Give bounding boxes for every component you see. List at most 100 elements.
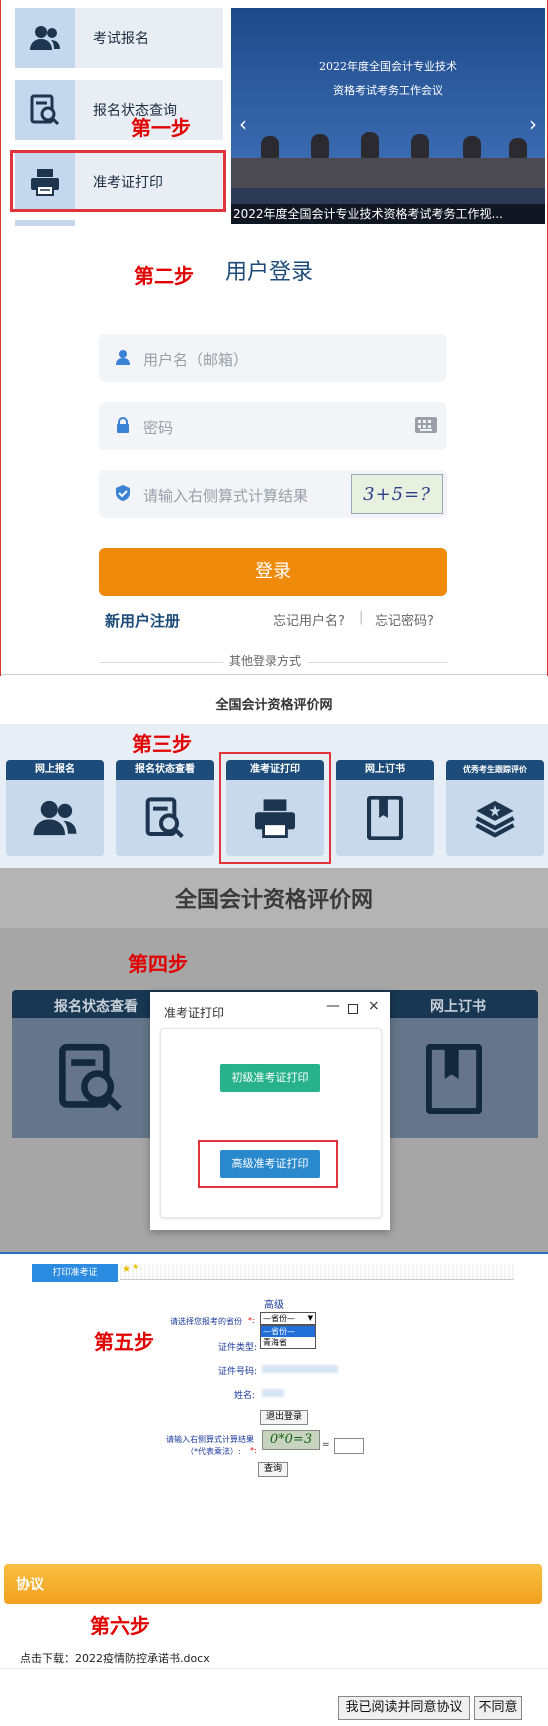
- name-label: 姓名:: [234, 1391, 256, 1401]
- print-admission-tab[interactable]: 打印准考证: [32, 1264, 118, 1282]
- query-button[interactable]: 查询: [258, 1462, 288, 1477]
- step-label: 第一步: [131, 116, 191, 140]
- username-field[interactable]: 用户名（邮箱）: [99, 334, 447, 382]
- cert-no-label: 证件号码:: [218, 1367, 258, 1377]
- news-banner[interactable]: 2022年度全国会计专业技术 资格考试考务工作会议 ‹ › 2022年度全国会计…: [231, 8, 545, 224]
- card-header: 网上报名: [6, 760, 104, 780]
- step4-screenshot: 全国会计资格评价网 第四步 报名状态查看 网上订书 准考证打印 — × 初级准考…: [0, 868, 548, 1252]
- agree-button[interactable]: 我已阅读并同意协议: [338, 1696, 470, 1720]
- agreement-title: 协议: [16, 1577, 44, 1593]
- password-field[interactable]: 密码: [99, 402, 447, 450]
- cert-type-label: 证件类型:: [218, 1343, 258, 1353]
- equals-sign: =: [322, 1440, 330, 1450]
- captcha-image[interactable]: 0*0=3: [262, 1430, 320, 1450]
- required-mark: *:: [250, 1446, 257, 1455]
- card-book-order[interactable]: 网上订书: [336, 760, 434, 856]
- chevron-down-icon: ▼: [307, 1314, 313, 1322]
- banner-person: [463, 136, 481, 158]
- captcha-label: （*代表乘法）:: [186, 1447, 241, 1456]
- menu-label: 考试报名: [93, 31, 149, 47]
- print-dialog: 准考证打印 — × 初级准考证打印 高级准考证打印: [150, 992, 390, 1230]
- dialog-title: 准考证打印: [164, 1006, 225, 1020]
- name-value-blurred: [262, 1389, 284, 1397]
- card-online-registration[interactable]: 网上报名: [6, 760, 104, 856]
- banner-next-icon[interactable]: ›: [529, 112, 537, 136]
- cert-no-value-blurred: [262, 1365, 338, 1373]
- step6-screenshot: 协议 第六步 点击下载：2022疫情防控承诺书.docx 我已阅读并同意协议 不…: [0, 1562, 548, 1726]
- level-label: 高级: [264, 1300, 284, 1311]
- banner-caption: 2022年度全国会计专业技术资格考试考务工作视...: [231, 204, 545, 224]
- register-link[interactable]: 新用户注册: [105, 610, 180, 631]
- link-separator: |: [359, 610, 364, 625]
- card-excellent-tracking[interactable]: 优秀考生跟踪评价: [446, 760, 544, 856]
- book-icon: [426, 1044, 482, 1114]
- banner-table: [231, 158, 545, 188]
- username-placeholder: 用户名（邮箱）: [143, 351, 249, 369]
- highlight-box: [10, 150, 226, 212]
- banner-title-line1: 2022年度全国会计专业技术: [319, 60, 457, 73]
- users-icon: [33, 800, 77, 836]
- card-header: 优秀考生跟踪评价: [446, 760, 544, 780]
- province-dropdown: —省份— 青海省: [260, 1325, 316, 1349]
- banner-person: [311, 134, 329, 158]
- banner-person: [261, 136, 279, 158]
- step-label: 第二步: [134, 264, 194, 288]
- dialog-body: [160, 1028, 382, 1218]
- dropdown-option[interactable]: 青海省: [261, 1337, 315, 1348]
- menu-status-query[interactable]: 报名状态查询: [15, 80, 223, 140]
- step2-login-screenshot: 第二步 用户登录 用户名（邮箱） 密码 请输入右侧算式计算结果 3+5=? 登录…: [0, 226, 548, 676]
- highlight-box: [219, 752, 331, 864]
- junior-print-button[interactable]: 初级准考证打印: [220, 1064, 320, 1092]
- highlight-box: [198, 1140, 338, 1188]
- banner-person: [411, 134, 429, 158]
- step-label: 第四步: [128, 952, 188, 976]
- banner-prev-icon[interactable]: ‹: [239, 112, 247, 136]
- step3-screenshot: 全国会计资格评价网 第三步 网上报名 报名状态查看 准考证打印 网上订书 优秀考…: [0, 676, 548, 868]
- minimize-icon[interactable]: —: [326, 998, 340, 1014]
- required-mark: *:: [248, 1316, 255, 1325]
- site-title: 全国会计资格评价网: [215, 698, 333, 713]
- book-icon: [367, 796, 403, 840]
- captcha-field[interactable]: 请输入右侧算式计算结果 3+5=?: [99, 470, 447, 518]
- banner-person: [509, 138, 527, 158]
- status-search-icon: [15, 80, 75, 140]
- forgot-username-link[interactable]: 忘记用户名?: [273, 610, 345, 629]
- forgot-password-link[interactable]: 忘记密码?: [375, 610, 434, 629]
- password-placeholder: 密码: [143, 419, 174, 437]
- captcha-input[interactable]: [334, 1438, 364, 1454]
- login-title: 用户登录: [225, 260, 314, 285]
- card-header: 网上订书: [336, 760, 434, 780]
- keyboard-icon[interactable]: [415, 417, 437, 433]
- disagree-button[interactable]: 不同意: [474, 1696, 522, 1720]
- site-title: 全国会计资格评价网: [174, 888, 373, 913]
- star-icon: ★: [132, 1262, 140, 1271]
- tab-bar: [120, 1264, 514, 1280]
- card-book-order[interactable]: 网上订书: [430, 996, 486, 1016]
- close-icon[interactable]: ×: [368, 998, 380, 1014]
- logout-button[interactable]: 退出登录: [260, 1410, 308, 1425]
- status-search-icon: [145, 797, 184, 839]
- maximize-icon[interactable]: [348, 1004, 358, 1014]
- section-divider: [1, 674, 547, 675]
- agreement-header: [4, 1564, 542, 1604]
- status-search-icon: [59, 1043, 122, 1112]
- login-button[interactable]: 登录: [99, 548, 447, 596]
- banner-title-line2: 资格考试考务工作会议: [333, 84, 443, 97]
- menu-exam-registration[interactable]: 考试报名: [15, 8, 223, 68]
- card-status-view[interactable]: 报名状态查看: [54, 996, 138, 1016]
- users-icon: [15, 8, 75, 68]
- step5-screenshot: 打印准考证 ★ ★ 高级 第五步 请选择您报考的省份 *: —省份— ▼ —省份…: [0, 1252, 548, 1562]
- step1-screenshot: 考试报名 报名状态查询 第一步 准考证打印 2022年度全国会计专业技术 资格考…: [0, 0, 548, 226]
- card-status-view[interactable]: 报名状态查看: [116, 760, 214, 856]
- download-link[interactable]: 点击下载：2022疫情防控承诺书.docx: [20, 1650, 210, 1666]
- banner-person: [361, 132, 379, 158]
- lock-icon: [117, 417, 129, 433]
- layers-star-icon: [475, 800, 515, 838]
- province-select[interactable]: —省份— ▼: [260, 1312, 316, 1325]
- step-label: 第五步: [94, 1330, 154, 1354]
- dropdown-option[interactable]: —省份—: [261, 1326, 315, 1337]
- star-icon: ★: [122, 1264, 131, 1275]
- captcha-image[interactable]: 3+5=?: [351, 474, 443, 514]
- user-icon: [116, 350, 130, 365]
- captcha-placeholder: 请输入右侧算式计算结果: [143, 487, 309, 505]
